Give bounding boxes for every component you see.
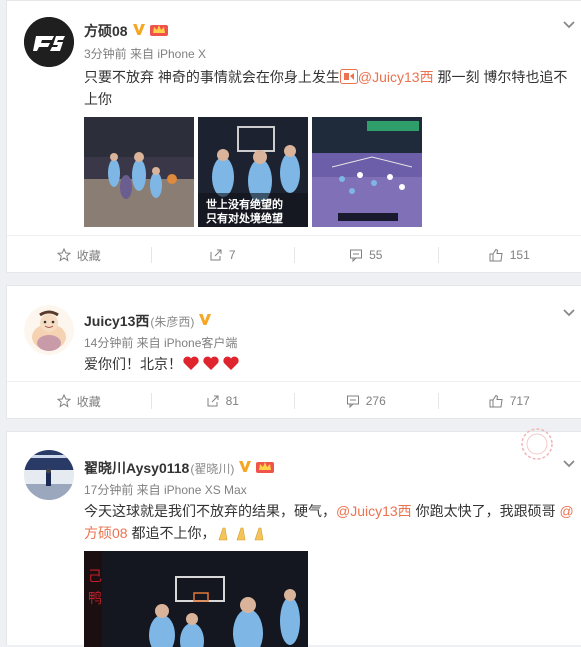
text-part: 都追不上你， [128, 525, 216, 541]
chevron-down-icon[interactable] [562, 17, 576, 27]
verified-badge-icon [238, 459, 252, 478]
text-part: 今天这球就是我们不放弃的结果，硬气， [84, 503, 336, 519]
verified-badge-icon [132, 22, 146, 41]
favorite-button[interactable]: 收藏 [7, 382, 151, 420]
comment-count: 55 [369, 248, 382, 262]
image-grid: 世上没有绝望的 只有对处境绝望 [84, 117, 422, 227]
chevron-down-icon[interactable] [562, 305, 576, 315]
photo-avatar-icon [24, 450, 74, 500]
star-icon [57, 394, 71, 408]
user-remark: (翟晓川) [190, 460, 234, 477]
vip-crown-icon [256, 459, 274, 478]
post-text: 今天这球就是我们不放弃的结果，硬气，@Juicy13西 你跑太快了，我跟硕哥 @… [84, 500, 579, 544]
mention-link[interactable]: @Juicy13西 [358, 69, 434, 85]
thumbs-up-icon [489, 394, 504, 408]
like-count: 717 [510, 394, 530, 408]
mention-link[interactable]: @Juicy13西 [336, 503, 412, 519]
username[interactable]: Juicy13西 [84, 311, 149, 331]
post-card-1: 方硕08 3分钟前 来自 iPhone X 只要不放弃 神奇的事情就会在你身上发… [6, 0, 581, 273]
svg-text:己: 己 [88, 569, 102, 585]
favorite-label: 收藏 [77, 247, 101, 264]
action-bar: 收藏 81 276 717 [7, 381, 581, 420]
vip-crown-icon [150, 22, 168, 41]
text-part: 爱你们！北京！ [84, 356, 182, 372]
favorite-button[interactable]: 收藏 [7, 236, 151, 274]
stamp-watermark-icon [519, 426, 555, 462]
repost-count: 81 [226, 394, 239, 408]
username[interactable]: 方硕08 [84, 21, 128, 41]
post-text: 只要不放弃 神奇的事情就会在你身上发生@Juicy13西 那一刻 博尔特也追不上… [84, 66, 579, 110]
heart-emoji-icon [182, 356, 242, 372]
post-meta: 17分钟前 来自 iPhone XS Max [84, 481, 247, 498]
comment-button[interactable]: 276 [294, 382, 438, 420]
repost-button[interactable]: 81 [151, 382, 295, 420]
photo-large[interactable]: 己 鸭 [84, 551, 308, 647]
photo-thumbnail[interactable]: 世上没有绝望的 只有对处境绝望 [198, 117, 308, 227]
thumbs-up-icon [489, 248, 504, 262]
pray-emoji-icon [215, 525, 269, 541]
post-meta: 14分钟前 来自 iPhone客户端 [84, 334, 237, 351]
post-card-2: Juicy13西 (朱彦西) 14分钟前 来自 iPhone客户端 爱你们！北京… [6, 285, 581, 419]
comment-count: 276 [366, 394, 386, 408]
comment-button[interactable]: 55 [294, 236, 438, 274]
favorite-label: 收藏 [77, 393, 101, 410]
repost-icon [209, 248, 223, 262]
comment-icon [346, 394, 360, 408]
chevron-down-icon[interactable] [562, 456, 576, 466]
photo-thumbnail[interactable] [312, 117, 422, 227]
like-button[interactable]: 151 [438, 236, 581, 274]
video-caption: 世上没有绝望的 [206, 197, 283, 211]
like-count: 151 [510, 248, 530, 262]
avatar[interactable] [24, 17, 74, 67]
star-icon [57, 248, 71, 262]
username[interactable]: 翟晓川Aysy0118 [84, 458, 189, 478]
like-button[interactable]: 717 [438, 382, 581, 420]
post-meta: 3分钟前 来自 iPhone X [84, 45, 206, 62]
text-part: 只要不放弃 神奇的事情就会在你身上发生 [84, 69, 340, 85]
cartoon-avatar-icon [24, 305, 74, 355]
user-remark: (朱彦西) [150, 313, 194, 330]
repost-icon [206, 394, 220, 408]
fs-logo-icon [24, 17, 74, 67]
comment-icon [349, 248, 363, 262]
avatar[interactable] [24, 450, 74, 500]
post-text: 爱你们！北京！ [84, 353, 579, 375]
action-bar: 收藏 7 55 151 [7, 235, 581, 274]
svg-text:鸭: 鸭 [88, 591, 102, 607]
photo-thumbnail[interactable] [84, 117, 194, 227]
verified-badge-icon [198, 312, 212, 331]
post-card-3: 翟晓川Aysy0118 (翟晓川) 17分钟前 来自 iPhone XS Max… [6, 431, 581, 645]
video-caption: 只有对处境绝望 [206, 211, 283, 225]
repost-button[interactable]: 7 [151, 236, 295, 274]
repost-count: 7 [229, 248, 236, 262]
avatar[interactable] [24, 305, 74, 355]
text-part: 你跑太快了，我跟硕哥 [412, 503, 560, 519]
video-link-icon[interactable] [340, 69, 358, 85]
